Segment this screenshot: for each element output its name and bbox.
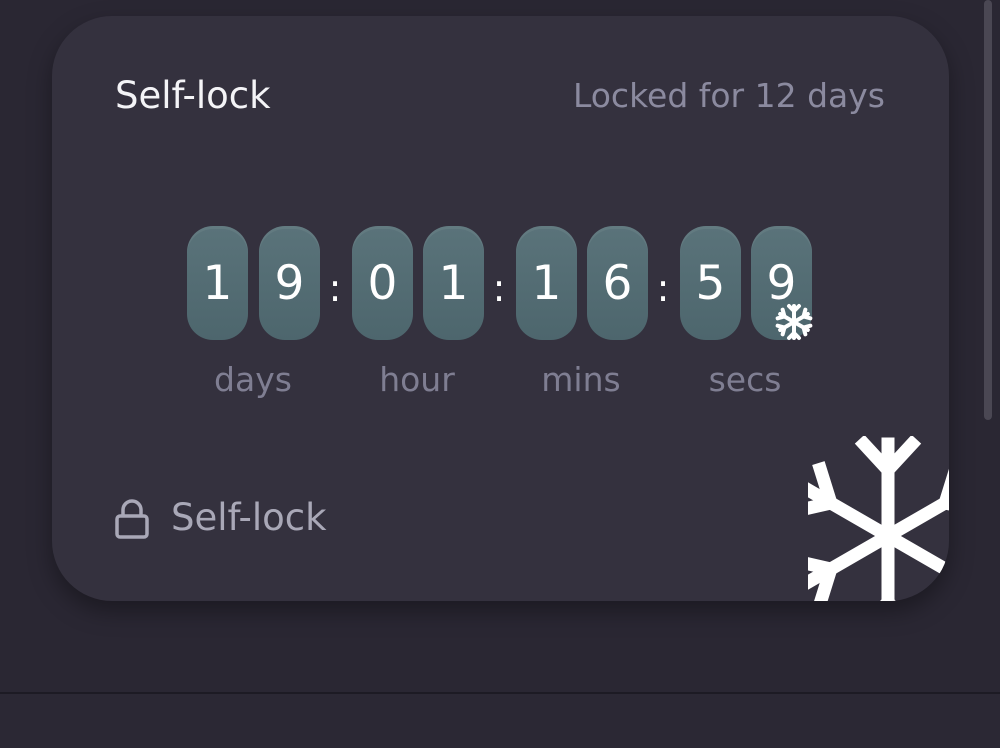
lock-icon (115, 499, 149, 539)
hour-ones-digit: 1 (423, 226, 484, 340)
mins-ones-digit: 6 (587, 226, 648, 340)
self-lock-card[interactable]: Self-lock Locked for 12 days 1 9 : 0 1 :… (52, 16, 949, 601)
days-tens-digit: 1 (187, 226, 248, 340)
snowflake-icon (808, 436, 949, 601)
hour-tens-digit: 0 (352, 226, 413, 340)
snowflake-icon (775, 304, 813, 340)
mins-tens-digit: 1 (516, 226, 577, 340)
separator-colon: : (492, 266, 506, 310)
unit-label-days: days (214, 360, 292, 399)
separator-colon: : (328, 266, 342, 310)
footer-self-lock-label: Self-lock (171, 496, 327, 539)
unit-label-hour: hour (379, 360, 455, 399)
unit-label-secs: secs (708, 360, 782, 399)
scrollbar[interactable] (984, 0, 992, 420)
secs-tens-digit: 5 (680, 226, 741, 340)
bottom-bar (0, 694, 1000, 748)
separator-colon: : (656, 266, 670, 310)
unit-label-mins: mins (541, 360, 621, 399)
days-ones-digit: 9 (259, 226, 320, 340)
